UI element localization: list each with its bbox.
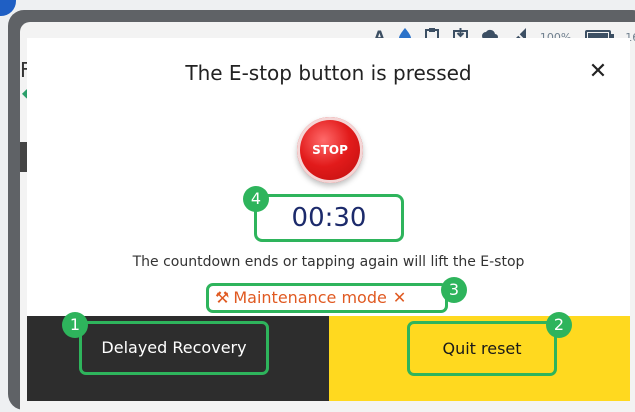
maintenance-close-icon[interactable]: ✕ (393, 288, 406, 307)
annotation-badge-3: 3 (441, 277, 467, 303)
stop-button-icon[interactable]: STOP (297, 117, 363, 183)
countdown-timer: 00:30 (254, 194, 404, 242)
annotation-badge-2: 2 (546, 312, 572, 338)
quit-reset-label[interactable]: Quit reset (407, 321, 557, 376)
delayed-recovery-label[interactable]: Delayed Recovery (79, 321, 269, 375)
annotation-badge-1: 1 (62, 312, 88, 338)
close-icon[interactable]: ✕ (584, 58, 612, 86)
annotation-badge-4: 4 (243, 186, 269, 212)
maintenance-mode-label: Maintenance mode (233, 288, 387, 307)
countdown-description: The countdown ends or tapping again will… (132, 254, 525, 270)
maintenance-mode-button[interactable]: ⚒ Maintenance mode ✕ (206, 283, 448, 313)
estop-dialog: The E-stop button is pressed ✕ STOP 00:3… (27, 38, 630, 401)
wrench-hammer-icon: ⚒ (215, 288, 230, 307)
dialog-title: The E-stop button is pressed (185, 61, 472, 85)
